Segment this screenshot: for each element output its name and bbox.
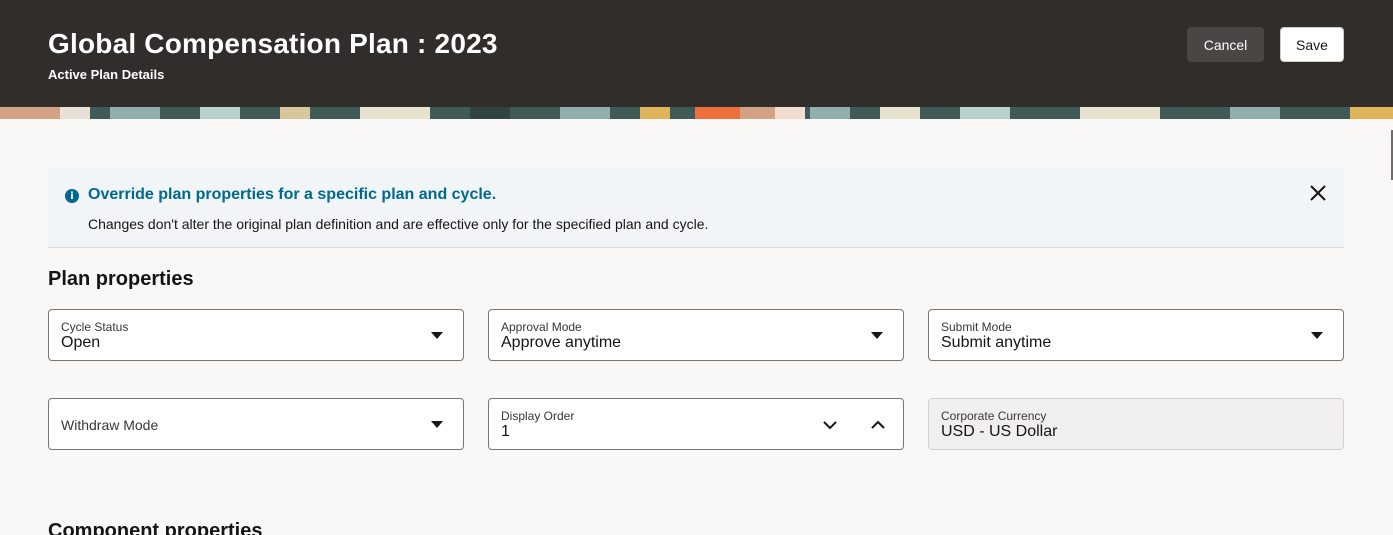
dropdown-arrow-icon[interactable] bbox=[871, 332, 883, 339]
field-label: Corporate Currency bbox=[941, 409, 1047, 423]
info-icon: i bbox=[65, 189, 79, 203]
field-value[interactable]: 1 bbox=[501, 423, 510, 441]
cancel-button[interactable]: Cancel bbox=[1187, 27, 1264, 62]
field-value: USD - US Dollar bbox=[941, 423, 1058, 440]
approval-mode-select[interactable]: Approval Mode Approve anytime bbox=[488, 309, 904, 361]
withdraw-mode-select[interactable]: Withdraw Mode bbox=[48, 398, 464, 450]
corporate-currency-field: Corporate Currency USD - US Dollar bbox=[928, 398, 1344, 450]
dropdown-arrow-icon[interactable] bbox=[1311, 332, 1323, 339]
display-order-stepper[interactable]: Display Order 1 bbox=[488, 398, 904, 450]
field-label: Cycle Status bbox=[61, 320, 129, 334]
close-icon[interactable] bbox=[1308, 183, 1328, 203]
field-value: Open bbox=[61, 334, 101, 351]
field-label: Withdraw Mode bbox=[61, 417, 159, 433]
field-label: Display Order bbox=[501, 409, 575, 423]
message-title: Override plan properties for a specific … bbox=[88, 186, 497, 203]
field-label: Approval Mode bbox=[501, 320, 582, 334]
field-label: Submit Mode bbox=[941, 320, 1012, 334]
decorative-banner bbox=[0, 107, 1393, 119]
plan-properties-heading: Plan properties bbox=[48, 268, 194, 290]
field-value: Approve anytime bbox=[501, 334, 622, 351]
save-button[interactable]: Save bbox=[1280, 27, 1344, 62]
field-value: Submit anytime bbox=[941, 334, 1052, 351]
page-header: Global Compensation Plan : 2023 Active P… bbox=[0, 0, 1393, 107]
page-subtitle: Active Plan Details bbox=[48, 67, 165, 82]
dropdown-arrow-icon[interactable] bbox=[431, 421, 443, 428]
chevron-down-icon[interactable] bbox=[821, 416, 839, 434]
submit-mode-select[interactable]: Submit Mode Submit anytime bbox=[928, 309, 1344, 361]
cycle-status-select[interactable]: Cycle Status Open bbox=[48, 309, 464, 361]
component-properties-heading: Component properties bbox=[48, 520, 263, 535]
page-title: Global Compensation Plan : 2023 bbox=[48, 28, 498, 59]
message-body: Changes don't alter the original plan de… bbox=[88, 216, 709, 232]
dropdown-arrow-icon[interactable] bbox=[431, 332, 443, 339]
chevron-up-icon[interactable] bbox=[869, 416, 887, 434]
info-message: i Override plan properties for a specifi… bbox=[48, 168, 1344, 248]
